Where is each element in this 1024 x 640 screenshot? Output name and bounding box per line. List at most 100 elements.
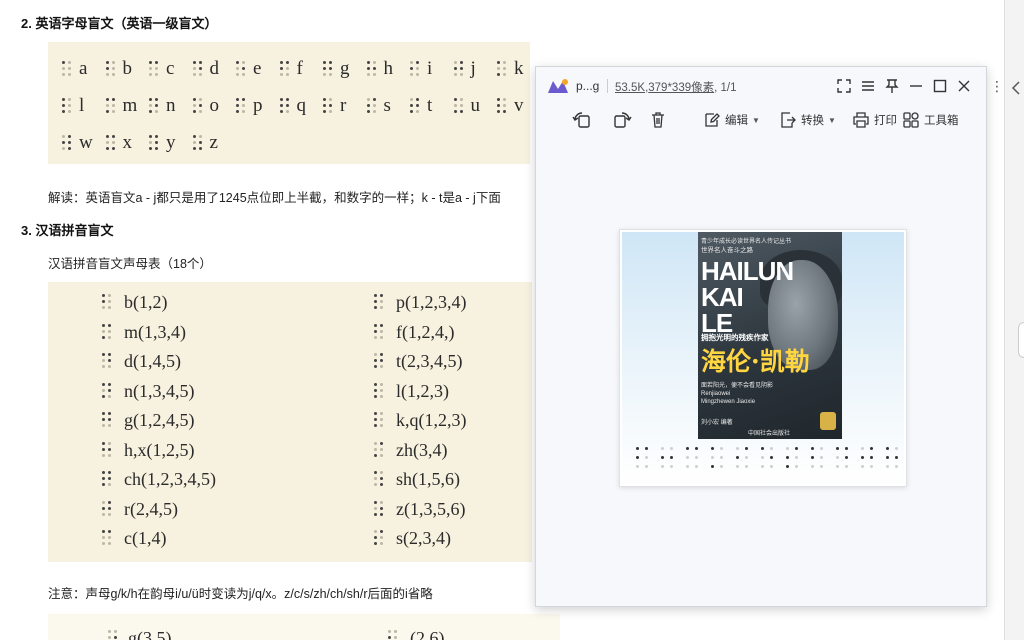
letter-m: m (122, 95, 138, 116)
initial-left-4: g(1,2,4,5) (124, 410, 195, 430)
preview-dot (661, 465, 664, 468)
initial-right-1: f(1,2,4,) (396, 321, 455, 342)
braille-cell-i (410, 61, 421, 77)
image-preview-frame[interactable]: 青少年成长必读世界名人传记丛书 世界名人奋斗之路 HAILUN KAI LE 拥… (619, 229, 907, 487)
initial-left-0: b(1,2) (124, 292, 168, 312)
braille-cell-g (323, 61, 334, 77)
preview-dot (770, 456, 773, 459)
preview-dot (720, 456, 723, 459)
initial-right-6: sh(1,5,6) (396, 469, 460, 489)
preview-dot (670, 456, 673, 459)
letter-y: y (166, 132, 176, 153)
preview-dot (786, 456, 789, 459)
cover-latin-small: Renjiaowei Mingzhewen Jiaoxie (701, 391, 756, 405)
menu-icon[interactable] (859, 77, 877, 95)
initial-right-2: t(2,3,4,5) (396, 351, 463, 371)
maximize-icon[interactable] (931, 77, 949, 95)
pinyin-initials-image: b(1,2) m(1,3,4) d(1,4,5) n(1,3,4,5) g(1,2,4,… (48, 282, 532, 562)
braille-cell-y (149, 135, 160, 151)
preview-dot (711, 447, 714, 450)
preview-dot (886, 456, 889, 459)
preview-dot (836, 465, 839, 468)
braille-cell-k (497, 61, 508, 77)
braille-cell-left-7 (102, 500, 113, 517)
letter-f: f (296, 58, 303, 79)
preview-dot (870, 456, 873, 459)
page-info: , 1/1 (714, 82, 737, 94)
preview-dot (736, 456, 739, 459)
preview-dot (645, 456, 648, 459)
braille-cell-right-4 (374, 412, 385, 428)
delete-button[interactable] (648, 107, 668, 133)
braille-cell-partial-right (388, 630, 399, 640)
braille-cell-c (149, 61, 160, 77)
preview-dot (811, 447, 814, 450)
more-options-icon[interactable]: ⋮ (990, 78, 1004, 98)
letter-k: k (514, 58, 524, 79)
initial-left-6: ch(1,2,3,4,5) (124, 469, 216, 489)
letter-x: x (122, 132, 133, 153)
letter-v: v (514, 95, 524, 116)
collapse-panel-icon[interactable] (1010, 80, 1022, 96)
fullscreen-icon[interactable] (835, 77, 853, 95)
preview-dot (670, 447, 673, 450)
preview-dot (795, 456, 798, 459)
letter-d: d (209, 58, 220, 79)
preview-dot (711, 456, 714, 459)
minimize-icon[interactable] (907, 77, 925, 95)
braille-cell-n (149, 98, 160, 114)
edit-button[interactable]: 编辑 ▼ (703, 107, 760, 133)
print-label: 打印 (874, 115, 897, 127)
preview-dot (745, 465, 748, 468)
braille-cell-left-6 (102, 471, 113, 487)
preview-dot (895, 465, 898, 468)
preview-dot (895, 447, 898, 450)
preview-dot (636, 447, 639, 450)
initial-left-3: n(1,3,4,5) (124, 380, 195, 401)
preview-dot (761, 447, 764, 450)
preview-dot (820, 465, 823, 468)
viewer-toolbar: 编辑 ▼ 转换 ▼ 打印 工具箱 (536, 107, 986, 135)
rotate-right-button[interactable] (610, 107, 632, 133)
braille-cell-q (279, 98, 291, 114)
braille-cell-o (192, 98, 204, 114)
pin-icon[interactable] (883, 77, 901, 95)
letter-b: b (122, 58, 133, 79)
letter-n: n (166, 95, 176, 116)
preview-dot (770, 465, 773, 468)
scroll-handle[interactable] (1018, 322, 1024, 358)
braille-cell-right-2 (374, 353, 385, 369)
close-icon[interactable] (955, 77, 973, 95)
image-dimensions[interactable]: 379*339像素 (648, 82, 714, 94)
braille-dot-row (634, 447, 898, 477)
initial-right-0: p(1,2,3,4) (396, 292, 467, 312)
viewer-titlebar[interactable]: p...g 53.5K,379*339像素, 1/1 (536, 67, 986, 105)
braille-cell-t (410, 98, 421, 114)
image-preview: 青少年成长必读世界名人传记丛书 世界名人奋斗之路 HAILUN KAI LE 拥… (622, 232, 904, 484)
preview-dot (820, 456, 823, 459)
preview-dot (795, 447, 798, 450)
edit-icon (705, 113, 720, 127)
preview-dot (861, 456, 864, 459)
braille-cell-a (62, 61, 73, 77)
english-braille-explanation: 解读：英语盲文a - j都只是用了1245点位即上半截，和数字的一样；k - t… (48, 191, 501, 205)
preview-dot (820, 447, 823, 450)
cover-latin-title-1: HAILUN (701, 256, 794, 286)
convert-button[interactable]: 转换 ▼ (779, 107, 836, 133)
letter-l: l (79, 95, 85, 116)
toolbox-label: 工具箱 (924, 115, 959, 127)
convert-caret-icon: ▼ (828, 115, 836, 125)
preview-dot (736, 465, 739, 468)
print-button[interactable]: 打印 (852, 107, 897, 133)
printer-icon (853, 112, 869, 128)
braille-cell-e (236, 61, 247, 77)
braille-cell-left-1 (102, 323, 113, 340)
file-size[interactable]: 53.5K (615, 82, 645, 94)
partial-left-label: g(3,5) (128, 628, 172, 640)
braille-cell-left-3 (102, 382, 113, 399)
rotate-left-button[interactable] (572, 107, 594, 133)
initial-left-8: c(1,4) (124, 528, 167, 548)
braille-cell-left-5 (102, 441, 113, 458)
initial-left-2: d(1,4,5) (124, 351, 181, 371)
toolbox-button[interactable]: 工具箱 (902, 107, 959, 133)
